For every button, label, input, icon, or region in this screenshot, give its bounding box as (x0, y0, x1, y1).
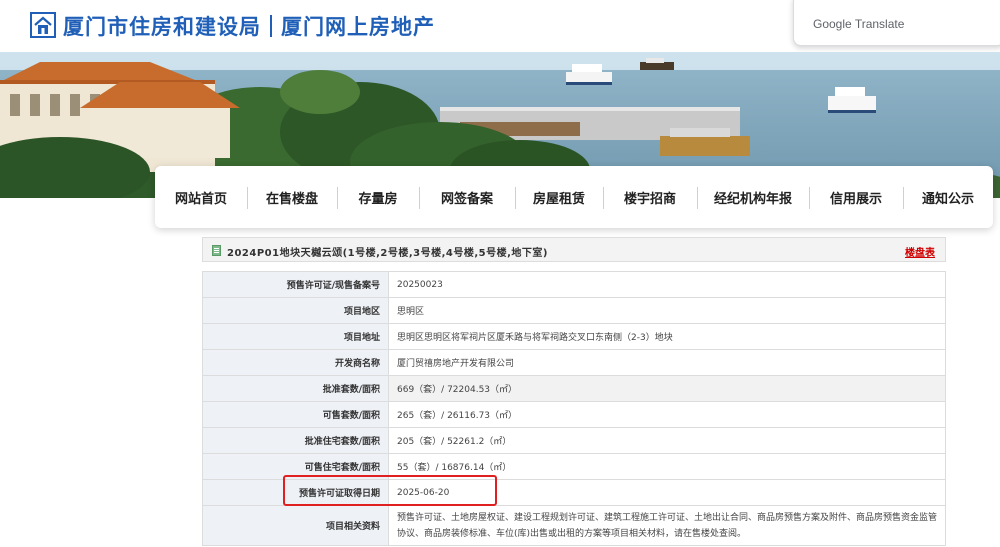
google-translate-label: Google Translate (813, 17, 905, 31)
nav-item-label: 房屋租赁 (532, 191, 585, 207)
row-label: 预售许可证取得日期 (202, 479, 389, 506)
nav-item-home[interactable]: 网站首页 (155, 166, 247, 228)
row-label: 项目相关资料 (202, 505, 389, 546)
document-icon (212, 245, 221, 256)
row-value: 2025-06-20 (388, 479, 946, 506)
row-label: 预售许可证/现售备案号 (202, 271, 389, 298)
nav-item-building-leasing[interactable]: 楼宇招商 (603, 166, 697, 228)
project-info-table: 预售许可证/现售备案号 20250023 项目地区 思明区 项目地址 思明区思明… (202, 271, 946, 546)
house-logo-icon[interactable] (30, 12, 56, 38)
google-translate-popup[interactable]: Google Translate (793, 0, 1000, 46)
row-value: 厦门贸禧房地产开发有限公司 (388, 349, 946, 376)
table-row: 项目地区 思明区 (202, 297, 946, 324)
site-header: 厦门市住房和建设局 厦门网上房地产 Google Translate (0, 0, 1000, 52)
nav-item-resale[interactable]: 存量房 (337, 166, 419, 228)
row-value: 55（套）/ 16876.14（㎡） (388, 453, 946, 480)
portal-name: 厦门网上房地产 (281, 15, 435, 39)
nav-item-label: 楼宇招商 (623, 191, 676, 207)
site-title[interactable]: 厦门市住房和建设局 厦门网上房地产 (63, 11, 435, 41)
page: 厦门市住房和建设局 厦门网上房地产 Google Translate 网站首页 … (0, 0, 1000, 547)
building-table-link[interactable]: 楼盘表 (905, 244, 935, 259)
bureau-name: 厦门市住房和建设局 (63, 15, 261, 39)
row-label: 项目地址 (202, 323, 389, 350)
nav-item-label: 存量房 (358, 191, 398, 207)
main-nav: 网站首页 在售楼盘 存量房 网签备案 房屋租赁 楼宇招商 经纪机构年报 信用展示… (155, 166, 993, 228)
table-row: 项目地址 思明区思明区将军祠片区厦禾路与将军祠路交叉口东南侧（2-3）地块 (202, 323, 946, 350)
nav-item-rental[interactable]: 房屋租赁 (515, 166, 603, 228)
row-label: 开发商名称 (202, 349, 389, 376)
row-value: 669（套）/ 72204.53（㎡） (388, 375, 946, 402)
nav-item-label: 经纪机构年报 (713, 191, 792, 207)
table-row: 项目相关资料 预售许可证、土地房屋权证、建设工程规划许可证、建筑工程施工许可证、… (202, 505, 946, 546)
nav-item-label: 网签备案 (440, 191, 493, 207)
nav-item-agency-report[interactable]: 经纪机构年报 (697, 166, 809, 228)
table-row: 批准套数/面积 669（套）/ 72204.53（㎡） (202, 375, 946, 402)
table-row: 可售套数/面积 265（套）/ 26116.73（㎡） (202, 401, 946, 428)
table-row: 批准住宅套数/面积 205（套）/ 52261.2（㎡） (202, 427, 946, 454)
nav-item-on-sale[interactable]: 在售楼盘 (247, 166, 337, 228)
row-value: 265（套）/ 26116.73（㎡） (388, 401, 946, 428)
row-label: 项目地区 (202, 297, 389, 324)
row-label: 批准套数/面积 (202, 375, 389, 402)
row-label: 可售套数/面积 (202, 401, 389, 428)
project-title-bar: 2024P01地块天樾云颂(1号楼,2号楼,3号楼,4号楼,5号楼,地下室) 楼… (202, 237, 946, 262)
row-value: 思明区 (388, 297, 946, 324)
table-row: 预售许可证取得日期 2025-06-20 (202, 479, 946, 506)
row-value: 预售许可证、土地房屋权证、建设工程规划许可证、建筑工程施工许可证、土地出让合同、… (388, 505, 946, 546)
title-divider (270, 15, 272, 37)
table-row: 开发商名称 厦门贸禧房地产开发有限公司 (202, 349, 946, 376)
project-name: 2024P01地块天樾云颂(1号楼,2号楼,3号楼,4号楼,5号楼,地下室) (227, 248, 549, 259)
row-label: 可售住宅套数/面积 (202, 453, 389, 480)
row-value: 20250023 (388, 271, 946, 298)
nav-item-label: 在售楼盘 (265, 191, 318, 207)
nav-item-notices[interactable]: 通知公示 (903, 166, 993, 228)
row-value: 思明区思明区将军祠片区厦禾路与将军祠路交叉口东南侧（2-3）地块 (388, 323, 946, 350)
row-label: 批准住宅套数/面积 (202, 427, 389, 454)
nav-item-label: 信用展示 (829, 191, 882, 207)
table-row: 预售许可证/现售备案号 20250023 (202, 271, 946, 298)
nav-item-contract-filing[interactable]: 网签备案 (419, 166, 515, 228)
nav-item-label: 网站首页 (174, 191, 227, 207)
table-row: 可售住宅套数/面积 55（套）/ 16876.14（㎡） (202, 453, 946, 480)
nav-item-label: 通知公示 (921, 191, 974, 207)
nav-item-credit[interactable]: 信用展示 (809, 166, 903, 228)
row-value: 205（套）/ 52261.2（㎡） (388, 427, 946, 454)
